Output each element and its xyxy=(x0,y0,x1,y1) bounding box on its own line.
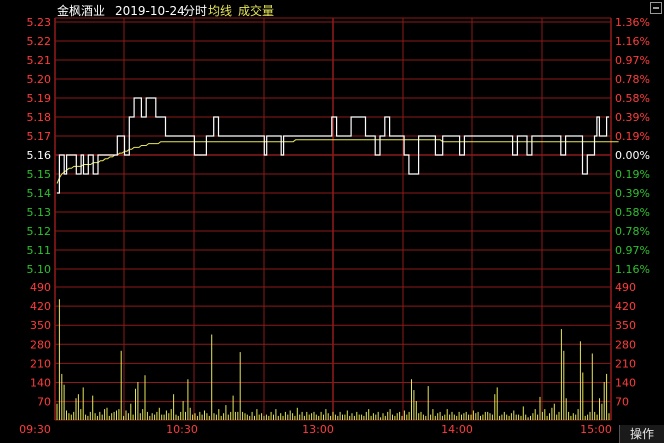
pct-tick-label: 0.58% xyxy=(615,206,650,219)
volume-tick-label: 490 xyxy=(30,281,51,294)
avg-price-line xyxy=(56,139,619,184)
pct-tick-label: 0.39% xyxy=(615,187,650,200)
intraday-chart: 5.23 1.36% 5.22 1.16% 5.21 0.97% 5.20 0.78% 5.19… xyxy=(19,3,650,436)
pct-tick-label: 1.16% xyxy=(615,263,650,276)
chart-mode: 分时 xyxy=(183,4,207,18)
volume-tick-label: 140 xyxy=(30,377,51,390)
pct-tick-label: 1.16% xyxy=(615,35,650,48)
pct-tick-label: 0.00% xyxy=(615,149,650,162)
pct-tick-label: 0.39% xyxy=(615,111,650,124)
pct-tick-label: 0.78% xyxy=(615,73,650,86)
time-tick-label: 10:30 xyxy=(166,423,198,436)
chart-header: 金枫酒业 2019-10-24 分时 均线 成交量 xyxy=(57,3,274,18)
price-tick-label: 5.11 xyxy=(27,244,52,257)
price-tick-label: 5.19 xyxy=(27,92,52,105)
pct-tick-label: 0.58% xyxy=(615,92,650,105)
operate-button[interactable]: 操作 xyxy=(619,425,664,443)
time-tick-label: 13:00 xyxy=(302,423,334,436)
legend-avg: 均线 xyxy=(208,4,232,18)
volume-tick-label-right: 420 xyxy=(615,300,636,313)
volume-tick-label-right: 210 xyxy=(615,357,636,370)
chart-grid xyxy=(54,17,612,421)
time-tick-label: 09:30 xyxy=(19,423,51,436)
pct-tick-label: 1.36% xyxy=(615,16,650,29)
pct-tick-label: 0.78% xyxy=(615,225,650,238)
price-tick-label: 5.18 xyxy=(27,111,52,124)
avg-price-series xyxy=(56,139,619,184)
pct-tick-label: 0.19% xyxy=(615,130,650,143)
legend-volume: 成交量 xyxy=(238,3,274,18)
window-restore-icon[interactable] xyxy=(650,2,662,14)
volume-tick-label: 350 xyxy=(30,319,51,332)
pct-tick-label: 0.97% xyxy=(615,54,650,67)
time-tick-label: 15:00 xyxy=(580,423,612,436)
volume-tick-label-right: 140 xyxy=(615,377,636,390)
stock-name: 金枫酒业 xyxy=(57,3,105,18)
price-tick-label: 5.13 xyxy=(27,206,52,219)
price-tick-label: 5.16 xyxy=(27,149,52,162)
volume-tick-label-right: 490 xyxy=(615,281,636,294)
price-tick-label: 5.14 xyxy=(27,187,52,200)
volume-tick-label-right: 280 xyxy=(615,338,636,351)
price-tick-label: 5.21 xyxy=(27,54,52,67)
pct-tick-label: 0.19% xyxy=(615,168,650,181)
volume-tick-label: 70 xyxy=(37,396,51,409)
volume-tick-label: 210 xyxy=(30,357,51,370)
price-tick-label: 5.15 xyxy=(27,168,52,181)
price-tick-label: 5.23 xyxy=(27,16,52,29)
price-tick-label: 5.20 xyxy=(27,73,52,86)
chart-date: 2019-10-24 xyxy=(115,4,185,18)
price-tick-label: 5.17 xyxy=(27,130,52,143)
volume-tick-label-right: 350 xyxy=(615,319,636,332)
pct-tick-label: 0.97% xyxy=(615,244,650,257)
volume-tick-label-right: 70 xyxy=(615,396,629,409)
volume-tick-label: 420 xyxy=(30,300,51,313)
price-tick-label: 5.22 xyxy=(27,35,52,48)
price-tick-label: 5.12 xyxy=(27,225,52,238)
volume-tick-label: 280 xyxy=(30,338,51,351)
price-tick-label: 5.10 xyxy=(27,263,52,276)
time-tick-label: 14:00 xyxy=(441,423,473,436)
